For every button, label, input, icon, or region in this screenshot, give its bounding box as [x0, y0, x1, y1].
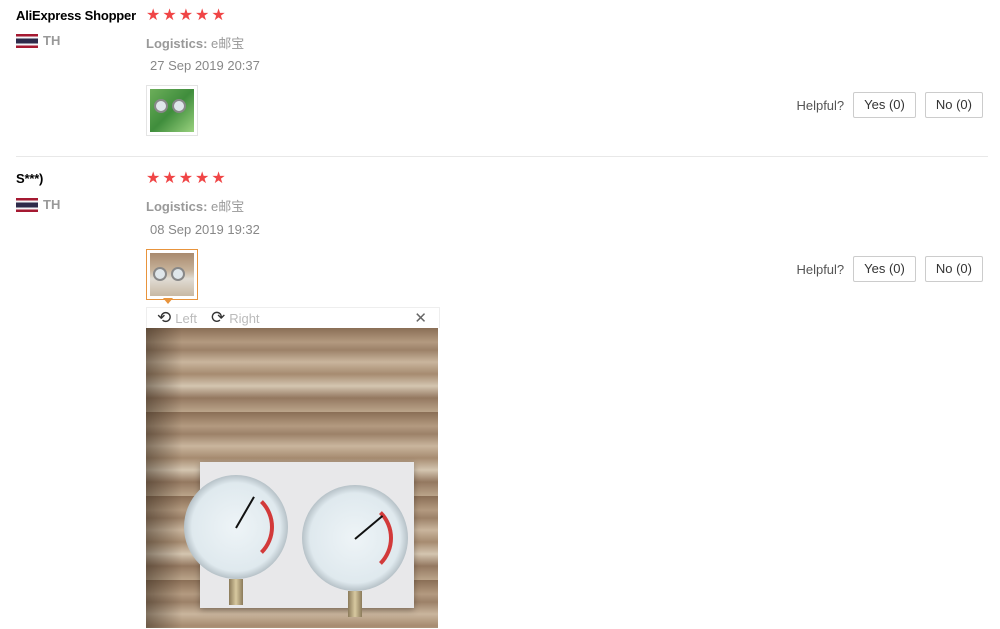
buyer-name: AliExpress Shopper	[16, 8, 136, 23]
buyer-country: TH	[16, 197, 60, 212]
helpful-no-button[interactable]: No (0)	[924, 92, 983, 118]
review-item: S***) TH ★ ★ ★ ★ ★ Logistics: e邮宝 08 Sep…	[16, 158, 988, 629]
star-icon: ★	[211, 7, 226, 24]
logistics-value: e邮宝	[211, 36, 245, 51]
gauge-stem	[229, 579, 243, 605]
gauge-image	[154, 99, 168, 113]
photo-image	[150, 89, 194, 132]
star-rating: ★ ★ ★ ★ ★	[146, 8, 226, 24]
star-icon: ★	[195, 170, 210, 187]
rotate-left-button[interactable]: ⟲ Left	[157, 308, 197, 327]
logistics-label: Logistics:	[146, 199, 208, 214]
helpful-vote: Helpful? Yes (0) No (0)	[796, 92, 983, 118]
rotate-right-icon: ⟳	[210, 308, 226, 327]
gauge-image	[171, 267, 185, 281]
rotate-left-icon: ⟲	[157, 308, 172, 327]
country-code: TH	[43, 197, 61, 212]
photo-shadow	[146, 328, 182, 628]
close-icon[interactable]: ✕	[414, 309, 427, 327]
pressure-gauge-image	[302, 485, 408, 591]
rotate-right-label: Right	[229, 310, 260, 326]
star-icon: ★	[146, 170, 161, 187]
thailand-flag-icon	[16, 33, 38, 48]
review-date: 08 Sep 2019 19:32	[150, 222, 260, 237]
rotate-left-label: Left	[175, 310, 197, 326]
photo-viewer: ⟲ Left ⟳ Right ✕	[146, 307, 440, 629]
star-rating: ★ ★ ★ ★ ★	[146, 171, 226, 187]
helpful-no-button[interactable]: No (0)	[924, 256, 983, 282]
helpful-label: Helpful?	[796, 97, 845, 113]
logistics-value: e邮宝	[211, 199, 245, 214]
rotate-right-button[interactable]: ⟳ Right	[210, 308, 260, 327]
star-icon: ★	[162, 170, 177, 187]
pressure-gauge-image	[184, 475, 288, 579]
review-photo-thumbnail[interactable]	[146, 85, 198, 136]
star-icon: ★	[162, 7, 177, 24]
country-code: TH	[43, 33, 61, 48]
thailand-flag-icon	[16, 197, 38, 212]
helpful-yes-button[interactable]: Yes (0)	[853, 256, 916, 282]
helpful-label: Helpful?	[796, 261, 845, 277]
review-date: 27 Sep 2019 20:37	[150, 58, 260, 73]
enlarged-review-photo	[146, 328, 438, 628]
logistics-label: Logistics:	[146, 36, 208, 51]
star-icon: ★	[211, 170, 226, 187]
gauge-image	[153, 267, 167, 281]
review-item: AliExpress Shopper TH ★ ★ ★ ★ ★ Logistic…	[16, 0, 988, 157]
star-icon: ★	[146, 7, 161, 24]
star-icon: ★	[178, 170, 194, 187]
helpful-vote: Helpful? Yes (0) No (0)	[796, 256, 983, 282]
gauge-image	[172, 99, 186, 113]
photo-image	[150, 253, 194, 296]
star-icon: ★	[195, 7, 210, 24]
review-photo-thumbnail[interactable]	[146, 249, 198, 300]
helpful-yes-button[interactable]: Yes (0)	[853, 92, 916, 118]
star-icon: ★	[178, 7, 194, 24]
buyer-country: TH	[16, 33, 60, 48]
photo-viewer-toolbar: ⟲ Left ⟳ Right ✕	[146, 307, 440, 328]
selected-thumbnail-caret	[163, 298, 173, 304]
gauge-stem	[348, 591, 362, 617]
logistics-info: Logistics: e邮宝	[146, 33, 244, 52]
buyer-name: S***)	[16, 171, 44, 186]
logistics-info: Logistics: e邮宝	[146, 196, 244, 215]
